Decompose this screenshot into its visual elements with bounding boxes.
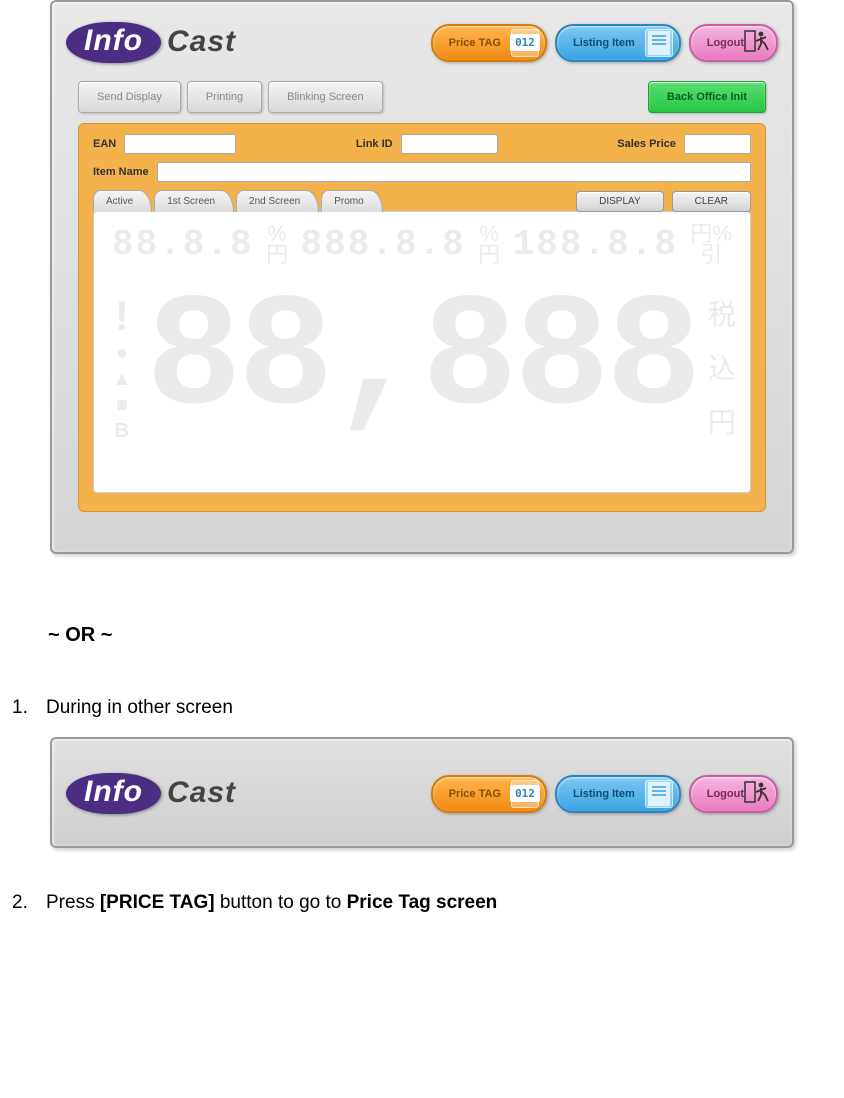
lcd-sym2-bot: 円	[478, 242, 500, 267]
infocast-logo-2: Info Cast	[66, 773, 236, 814]
lcd-big-digits: 88,888	[146, 281, 698, 441]
lcd-sym-1: %円	[266, 224, 288, 266]
logout-button-2[interactable]: Logout	[689, 775, 778, 813]
exit-icon-2	[744, 779, 770, 808]
step-2-text-c: button to go to	[215, 892, 347, 913]
tab-2nd-screen[interactable]: 2nd Screen	[236, 190, 319, 212]
blinking-screen-button[interactable]: Blinking Screen	[268, 81, 382, 113]
logo-info-2: Info	[84, 775, 143, 808]
tab-active[interactable]: Active	[93, 190, 152, 212]
item-name-input[interactable]	[157, 162, 751, 182]
link-id-label: Link ID	[356, 138, 393, 150]
circle-icon: ●	[116, 343, 128, 363]
tab-1st-screen[interactable]: 1st Screen	[154, 190, 234, 212]
step-2-text-a: Press	[46, 892, 100, 913]
price-tag-label: Price TAG	[449, 37, 501, 49]
step-1-number: 1.	[12, 697, 46, 719]
top-buttons: Price TAG 012 Listing Item Logout	[431, 24, 778, 62]
lcd-row-small: 88.8.8 %円 888.8.8 %円 188.8.8 円%引	[112, 224, 732, 266]
sales-price-label: Sales Price	[617, 138, 676, 150]
logo-cast: Cast	[167, 25, 236, 59]
listing-item-button-2[interactable]: Listing Item	[555, 775, 681, 813]
triangle-icon: ▲	[112, 369, 132, 389]
exit-icon	[744, 28, 770, 57]
infocast-panel-header-only: Info Cast Price TAG 012 Listing Item Logo…	[50, 737, 794, 848]
logo-cast-2: Cast	[167, 776, 236, 810]
item-name-label: Item Name	[93, 166, 149, 178]
b-icon: B	[115, 421, 129, 441]
infocast-panel-full: Info Cast Price TAG 012 Listing Item Logo…	[50, 0, 794, 554]
logout-label: Logout	[707, 37, 744, 49]
step-2: 2.Press [PRICE TAG] button to go to Pric…	[12, 892, 844, 914]
header-row: Info Cast Price TAG 012 Listing Item Logo…	[66, 18, 778, 81]
orange-panel: EAN Link ID Sales Price Item Name Active…	[78, 123, 766, 512]
logout-button[interactable]: Logout	[689, 24, 778, 62]
price-tag-button-2[interactable]: Price TAG 012	[431, 775, 547, 813]
tab-promo[interactable]: Promo	[321, 190, 382, 212]
square-icon: ■	[116, 395, 128, 415]
header-row-2: Info Cast Price TAG 012 Listing Item Logo…	[66, 769, 778, 832]
price-tag-button[interactable]: Price TAG 012	[431, 24, 547, 62]
lcd-panel: 88.8.8 %円 888.8.8 %円 188.8.8 円%引 ! ● ▲ ■…	[93, 211, 751, 493]
logout-label-2: Logout	[707, 788, 744, 800]
logo-info: Info	[84, 24, 143, 57]
clear-button-label: CLEAR	[695, 196, 728, 207]
ean-input[interactable]	[124, 134, 236, 154]
infocast-logo: Info Cast	[66, 22, 236, 63]
display-button-label: DISPLAY	[599, 196, 641, 207]
tab-2nd-screen-label: 2nd Screen	[249, 196, 300, 207]
back-office-button[interactable]: Back Office Init	[648, 81, 766, 113]
top-buttons-2: Price TAG 012 Listing Item Logout	[431, 775, 778, 813]
lcd-main-row: ! ● ▲ ■ B 88,888 税 込 円	[112, 266, 732, 441]
lcd-seg-1: 88.8.8	[112, 224, 254, 265]
lcd-sym3-bot: 引	[700, 242, 722, 267]
lcd-side-icons: ! ● ▲ ■ B	[112, 295, 132, 441]
lcd-seg-2: 888.8.8	[301, 224, 466, 265]
document-icon	[647, 30, 671, 56]
tab-promo-label: Promo	[334, 196, 363, 207]
back-office-label: Back Office Init	[667, 91, 747, 103]
step-2-text-b: [PRICE TAG]	[100, 892, 215, 913]
blinking-screen-label: Blinking Screen	[287, 91, 363, 103]
tab-active-label: Active	[106, 196, 133, 207]
toolbar-row: Send Display Printing Blinking Screen Ba…	[66, 81, 778, 123]
field-row-2: Item Name	[93, 162, 751, 182]
tab-1st-screen-label: 1st Screen	[167, 196, 215, 207]
or-separator-text: ~ OR ~	[48, 624, 844, 647]
send-display-button[interactable]: Send Display	[78, 81, 181, 113]
printing-button[interactable]: Printing	[187, 81, 262, 113]
lcd-sym-3: 円%引	[690, 224, 732, 266]
listing-item-button[interactable]: Listing Item	[555, 24, 681, 62]
price-tag-badge: 012	[510, 34, 540, 51]
sales-price-input[interactable]	[684, 134, 751, 154]
printing-label: Printing	[206, 91, 243, 103]
display-button[interactable]: DISPLAY	[576, 191, 664, 212]
lcd-sym-2: %円	[478, 224, 500, 266]
price-tag-badge-2: 012	[510, 785, 540, 802]
link-id-input[interactable]	[401, 134, 498, 154]
step-1-text: During in other screen	[46, 697, 233, 718]
field-row-1: EAN Link ID Sales Price	[93, 134, 751, 154]
exclamation-icon: !	[115, 295, 129, 337]
send-display-label: Send Display	[97, 91, 162, 103]
listing-item-label: Listing Item	[573, 37, 635, 49]
step-1: 1.During in other screen	[12, 697, 844, 719]
price-tag-label-2: Price TAG	[449, 788, 501, 800]
tax-char: 税	[708, 293, 736, 333]
step-2-number: 2.	[12, 892, 46, 914]
yen-char: 円	[708, 401, 736, 441]
listing-item-label-2: Listing Item	[573, 788, 635, 800]
step-2-text-d: Price Tag screen	[347, 892, 498, 913]
lcd-seg-3: 188.8.8	[513, 224, 678, 265]
included-char: 込	[708, 347, 736, 387]
lcd-yen-column: 税 込 円	[708, 293, 736, 441]
document-icon-2	[647, 781, 671, 807]
tabs-row: Active 1st Screen 2nd Screen Promo DISPL…	[93, 190, 751, 212]
clear-button[interactable]: CLEAR	[672, 191, 751, 212]
ean-label: EAN	[93, 138, 116, 150]
lcd-sym1-bot: 円	[266, 242, 288, 267]
